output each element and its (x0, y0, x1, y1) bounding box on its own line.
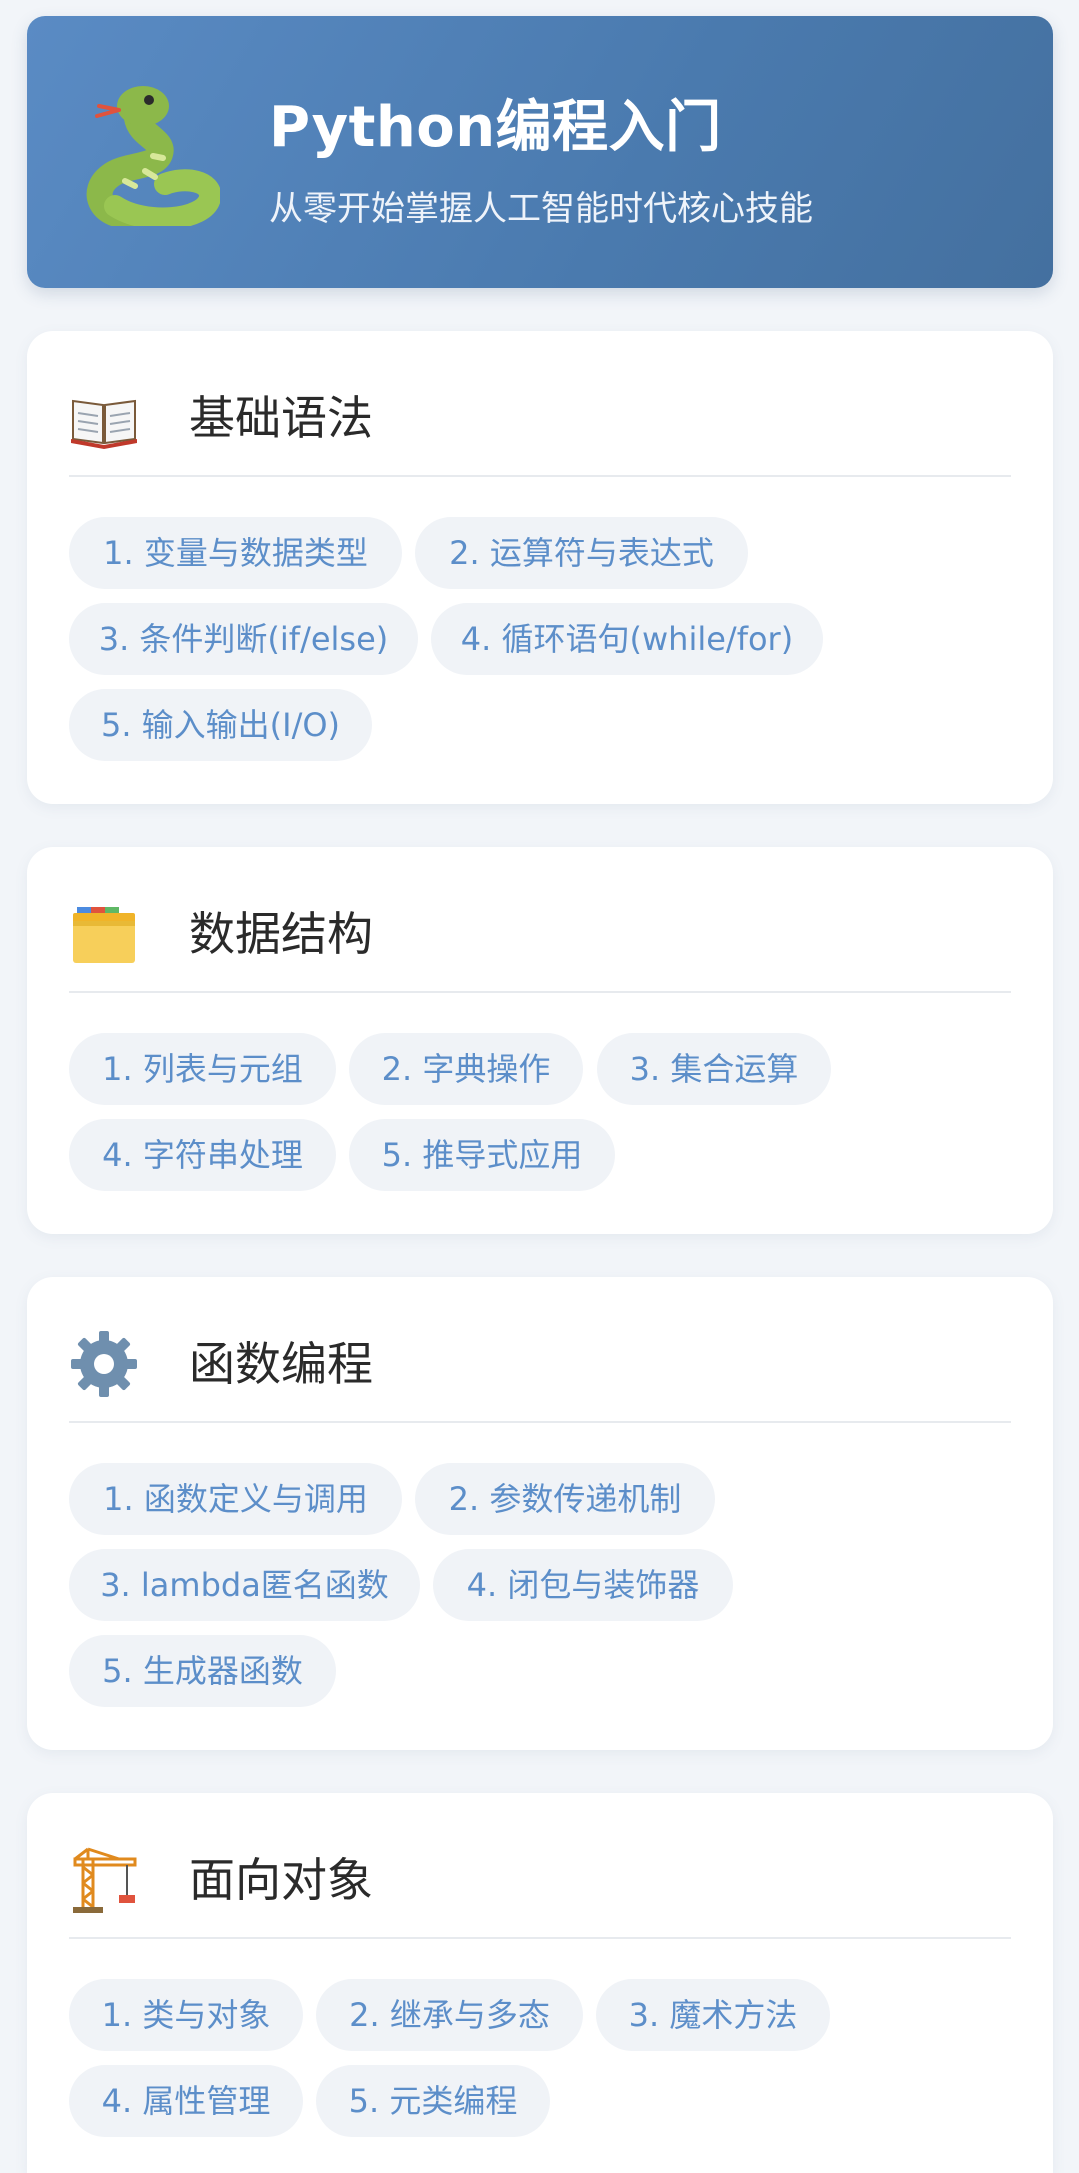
topic-pill[interactable]: 3. lambda匿名函数 (69, 1549, 420, 1621)
topic-pill[interactable]: 2. 字典操作 (349, 1033, 583, 1105)
section-divider (69, 991, 1011, 993)
section-divider (69, 1937, 1011, 1939)
topic-pill[interactable]: 4. 闭包与装饰器 (433, 1549, 733, 1621)
topic-pill[interactable]: 2. 继承与多态 (316, 1979, 583, 2051)
topic-pill[interactable]: 3. 魔术方法 (596, 1979, 830, 2051)
topic-pill[interactable]: 5. 元类编程 (316, 2065, 550, 2137)
construction-crane-icon (73, 1847, 137, 1913)
section-card-basic-syntax: 基础语法 1. 变量与数据类型 2. 运算符与表达式 3. 条件判断(if/el… (27, 331, 1053, 804)
section-title: 函数编程 (189, 1337, 373, 1391)
section-card-data-structures: 数据结构 1. 列表与元组 2. 字典操作 3. 集合运算 4. 字符串处理 5… (27, 847, 1053, 1234)
topic-pill[interactable]: 4. 属性管理 (69, 2065, 303, 2137)
topic-pill[interactable]: 4. 字符串处理 (69, 1119, 336, 1191)
card-index-dividers-icon (73, 907, 135, 963)
section-divider (69, 475, 1011, 477)
topic-pill[interactable]: 1. 类与对象 (69, 1979, 303, 2051)
topic-pill[interactable]: 4. 循环语句(while/for) (431, 603, 823, 675)
section-card-object-oriented: 面向对象 1. 类与对象 2. 继承与多态 3. 魔术方法 4. 属性管理 5.… (27, 1793, 1053, 2173)
section-card-functional-programming: 函数编程 1. 函数定义与调用 2. 参数传递机制 3. lambda匿名函数 … (27, 1277, 1053, 1750)
topic-pill[interactable]: 5. 生成器函数 (69, 1635, 336, 1707)
app-title: Python编程入门 (269, 95, 722, 160)
topic-pill[interactable]: 3. 条件判断(if/else) (69, 603, 418, 675)
topic-pill[interactable]: 3. 集合运算 (597, 1033, 831, 1105)
topic-pill[interactable]: 5. 推导式应用 (349, 1119, 615, 1191)
open-book-icon (71, 399, 137, 449)
section-title: 数据结构 (189, 907, 373, 961)
gear-icon (71, 1331, 137, 1397)
app-subtitle: 从零开始掌握人工智能时代核心技能 (269, 189, 813, 229)
snake-icon (86, 86, 220, 226)
topic-pill[interactable]: 1. 函数定义与调用 (69, 1463, 402, 1535)
topic-pill[interactable]: 5. 输入输出(I/O) (69, 689, 372, 761)
topic-pill[interactable]: 1. 变量与数据类型 (69, 517, 402, 589)
topic-pill[interactable]: 1. 列表与元组 (69, 1033, 336, 1105)
topic-pill[interactable]: 2. 运算符与表达式 (415, 517, 748, 589)
section-divider (69, 1421, 1011, 1423)
topic-pill[interactable]: 2. 参数传递机制 (415, 1463, 715, 1535)
header-banner: Python编程入门 从零开始掌握人工智能时代核心技能 (27, 16, 1053, 288)
section-title: 基础语法 (189, 391, 373, 445)
section-title: 面向对象 (189, 1853, 373, 1907)
